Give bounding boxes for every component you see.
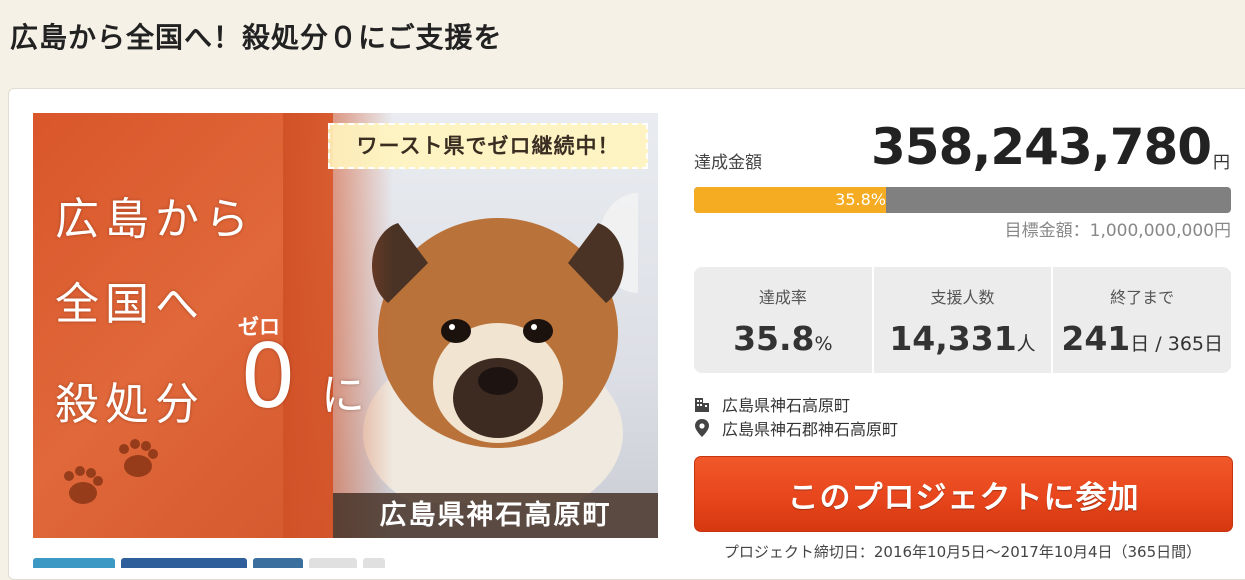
hero-line-1: 広島から [55, 194, 255, 245]
stat-label: 支援人数 [930, 288, 995, 307]
hero-zero: 0 [240, 325, 296, 428]
organization-row: 広島県神石高原町 [694, 392, 850, 416]
stat-unit: 人 [1016, 333, 1036, 355]
join-project-label: このプロジェクトに参加 [787, 479, 1140, 516]
stat-unit: 日 / 365日 [1130, 333, 1223, 355]
organization-name[interactable]: 広島県神石高原町 [722, 392, 850, 416]
progress-bar [694, 187, 1231, 213]
stat-label: 達成率 [758, 288, 807, 307]
stat-remaining-days: 終了まで 241日 / 365日 [1051, 267, 1231, 373]
hero-caption: 広島県神石高原町 [379, 500, 612, 531]
amount-label: 達成金額 [694, 153, 762, 173]
building-icon [695, 398, 709, 412]
stat-unit: % [814, 333, 833, 355]
stats-panel: 達成率 35.8% 支援人数 14,331人 終了まで 241日 / 365日 [694, 267, 1231, 373]
share-button[interactable] [33, 558, 115, 568]
page-title: 広島から全国へ！殺処分０にご支援を [10, 21, 503, 54]
join-project-button[interactable]: このプロジェクトに参加 [694, 456, 1233, 532]
amount-value: 358,243,780 [871, 118, 1212, 176]
hero-line-3: 殺処分 [55, 379, 205, 430]
share-button[interactable] [363, 558, 385, 568]
share-button[interactable] [309, 558, 357, 568]
amount-unit: 円 [1213, 153, 1230, 173]
stat-achievement-rate: 達成率 35.8% [694, 267, 872, 373]
project-hero-image: ワースト県でゼロ継続中！ 広島から 全国へ 殺処分 ゼロ 0 に 広島県神石高原… [33, 113, 658, 538]
paw-print-icon [64, 439, 158, 504]
progress-text: 35.8% [835, 190, 886, 209]
stat-value: 35.8 [733, 319, 815, 358]
stat-supporters: 支援人数 14,331人 [871, 267, 1052, 373]
address-row: 広島県神石郡神石高原町 [694, 416, 898, 440]
address-text: 広島県神石郡神石高原町 [722, 420, 899, 439]
share-button[interactable] [253, 558, 303, 568]
project-deadline: プロジェクト締切日：2016年10月5日〜2017年10月4日（365日間） [723, 543, 1202, 561]
stat-value: 241 [1061, 319, 1131, 358]
hero-line-2: 全国へ [55, 279, 205, 330]
stat-label: 終了まで [1110, 288, 1175, 307]
goal-amount: 目標金額：1,000,000,000円 [1004, 221, 1231, 241]
share-button[interactable] [121, 558, 247, 568]
hero-ni: に [321, 370, 365, 421]
stat-value: 14,331 [889, 319, 1017, 358]
share-buttons [33, 558, 385, 568]
map-pin-icon [695, 419, 709, 437]
hero-banner: ワースト県でゼロ継続中！ [328, 123, 648, 169]
